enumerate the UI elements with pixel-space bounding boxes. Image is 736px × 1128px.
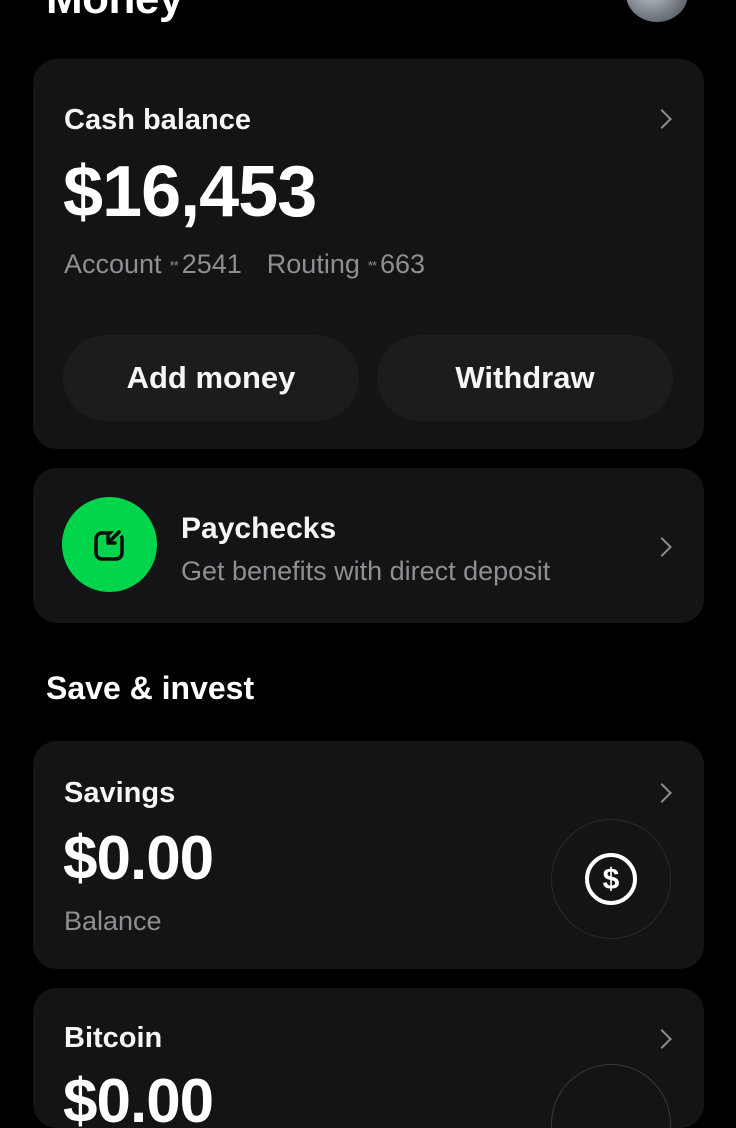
withdraw-button[interactable]: Withdraw xyxy=(377,335,673,421)
direct-deposit-icon xyxy=(93,527,124,561)
bitcoin-amount: $0.00 xyxy=(63,1067,214,1128)
paychecks-icon-circle xyxy=(62,497,157,592)
paychecks-subtitle: Get benefits with direct deposit xyxy=(181,556,551,586)
cash-balance-card[interactable]: Cash balance $16,453 Account ** 2541 Routi… xyxy=(33,59,704,449)
paychecks-card[interactable]: Paychecks Get benefits with direct depos… xyxy=(33,468,704,623)
cash-balance-amount: $16,453 xyxy=(63,152,317,232)
routing-mask: ** xyxy=(367,258,377,274)
chevron-right-icon xyxy=(652,1029,672,1049)
add-money-button[interactable]: Add money xyxy=(63,335,359,421)
account-routing-info[interactable]: Account ** 2541 Routing ** 663 xyxy=(64,249,425,280)
dollar-circle-icon: $ xyxy=(585,853,637,905)
page-title: Money xyxy=(46,0,183,24)
savings-amount: $0.00 xyxy=(63,824,214,893)
chevron-right-icon xyxy=(652,537,672,557)
chevron-right-icon xyxy=(652,783,672,803)
savings-label: Savings xyxy=(64,777,176,809)
svg-text:$: $ xyxy=(603,863,620,896)
chevron-right-icon xyxy=(652,109,672,129)
bitcoin-label: Bitcoin xyxy=(64,1022,163,1054)
savings-card[interactable]: Savings $0.00 Balance $ xyxy=(33,741,704,969)
section-title: Save & invest xyxy=(46,670,255,706)
bitcoin-card[interactable]: Bitcoin $0.00 xyxy=(33,988,704,1128)
savings-icon-ring: $ xyxy=(551,819,671,939)
avatar[interactable] xyxy=(626,0,688,22)
paychecks-title: Paychecks xyxy=(181,512,337,545)
routing-label: Routing xyxy=(266,249,360,279)
cash-balance-label: Cash balance xyxy=(64,104,251,136)
account-mask: ** xyxy=(169,258,179,274)
routing-number: 663 xyxy=(380,249,426,279)
bitcoin-icon-ring xyxy=(551,1064,671,1128)
savings-balance-label: Balance xyxy=(64,906,162,936)
account-number: 2541 xyxy=(181,249,242,279)
account-label: Account xyxy=(64,249,162,279)
